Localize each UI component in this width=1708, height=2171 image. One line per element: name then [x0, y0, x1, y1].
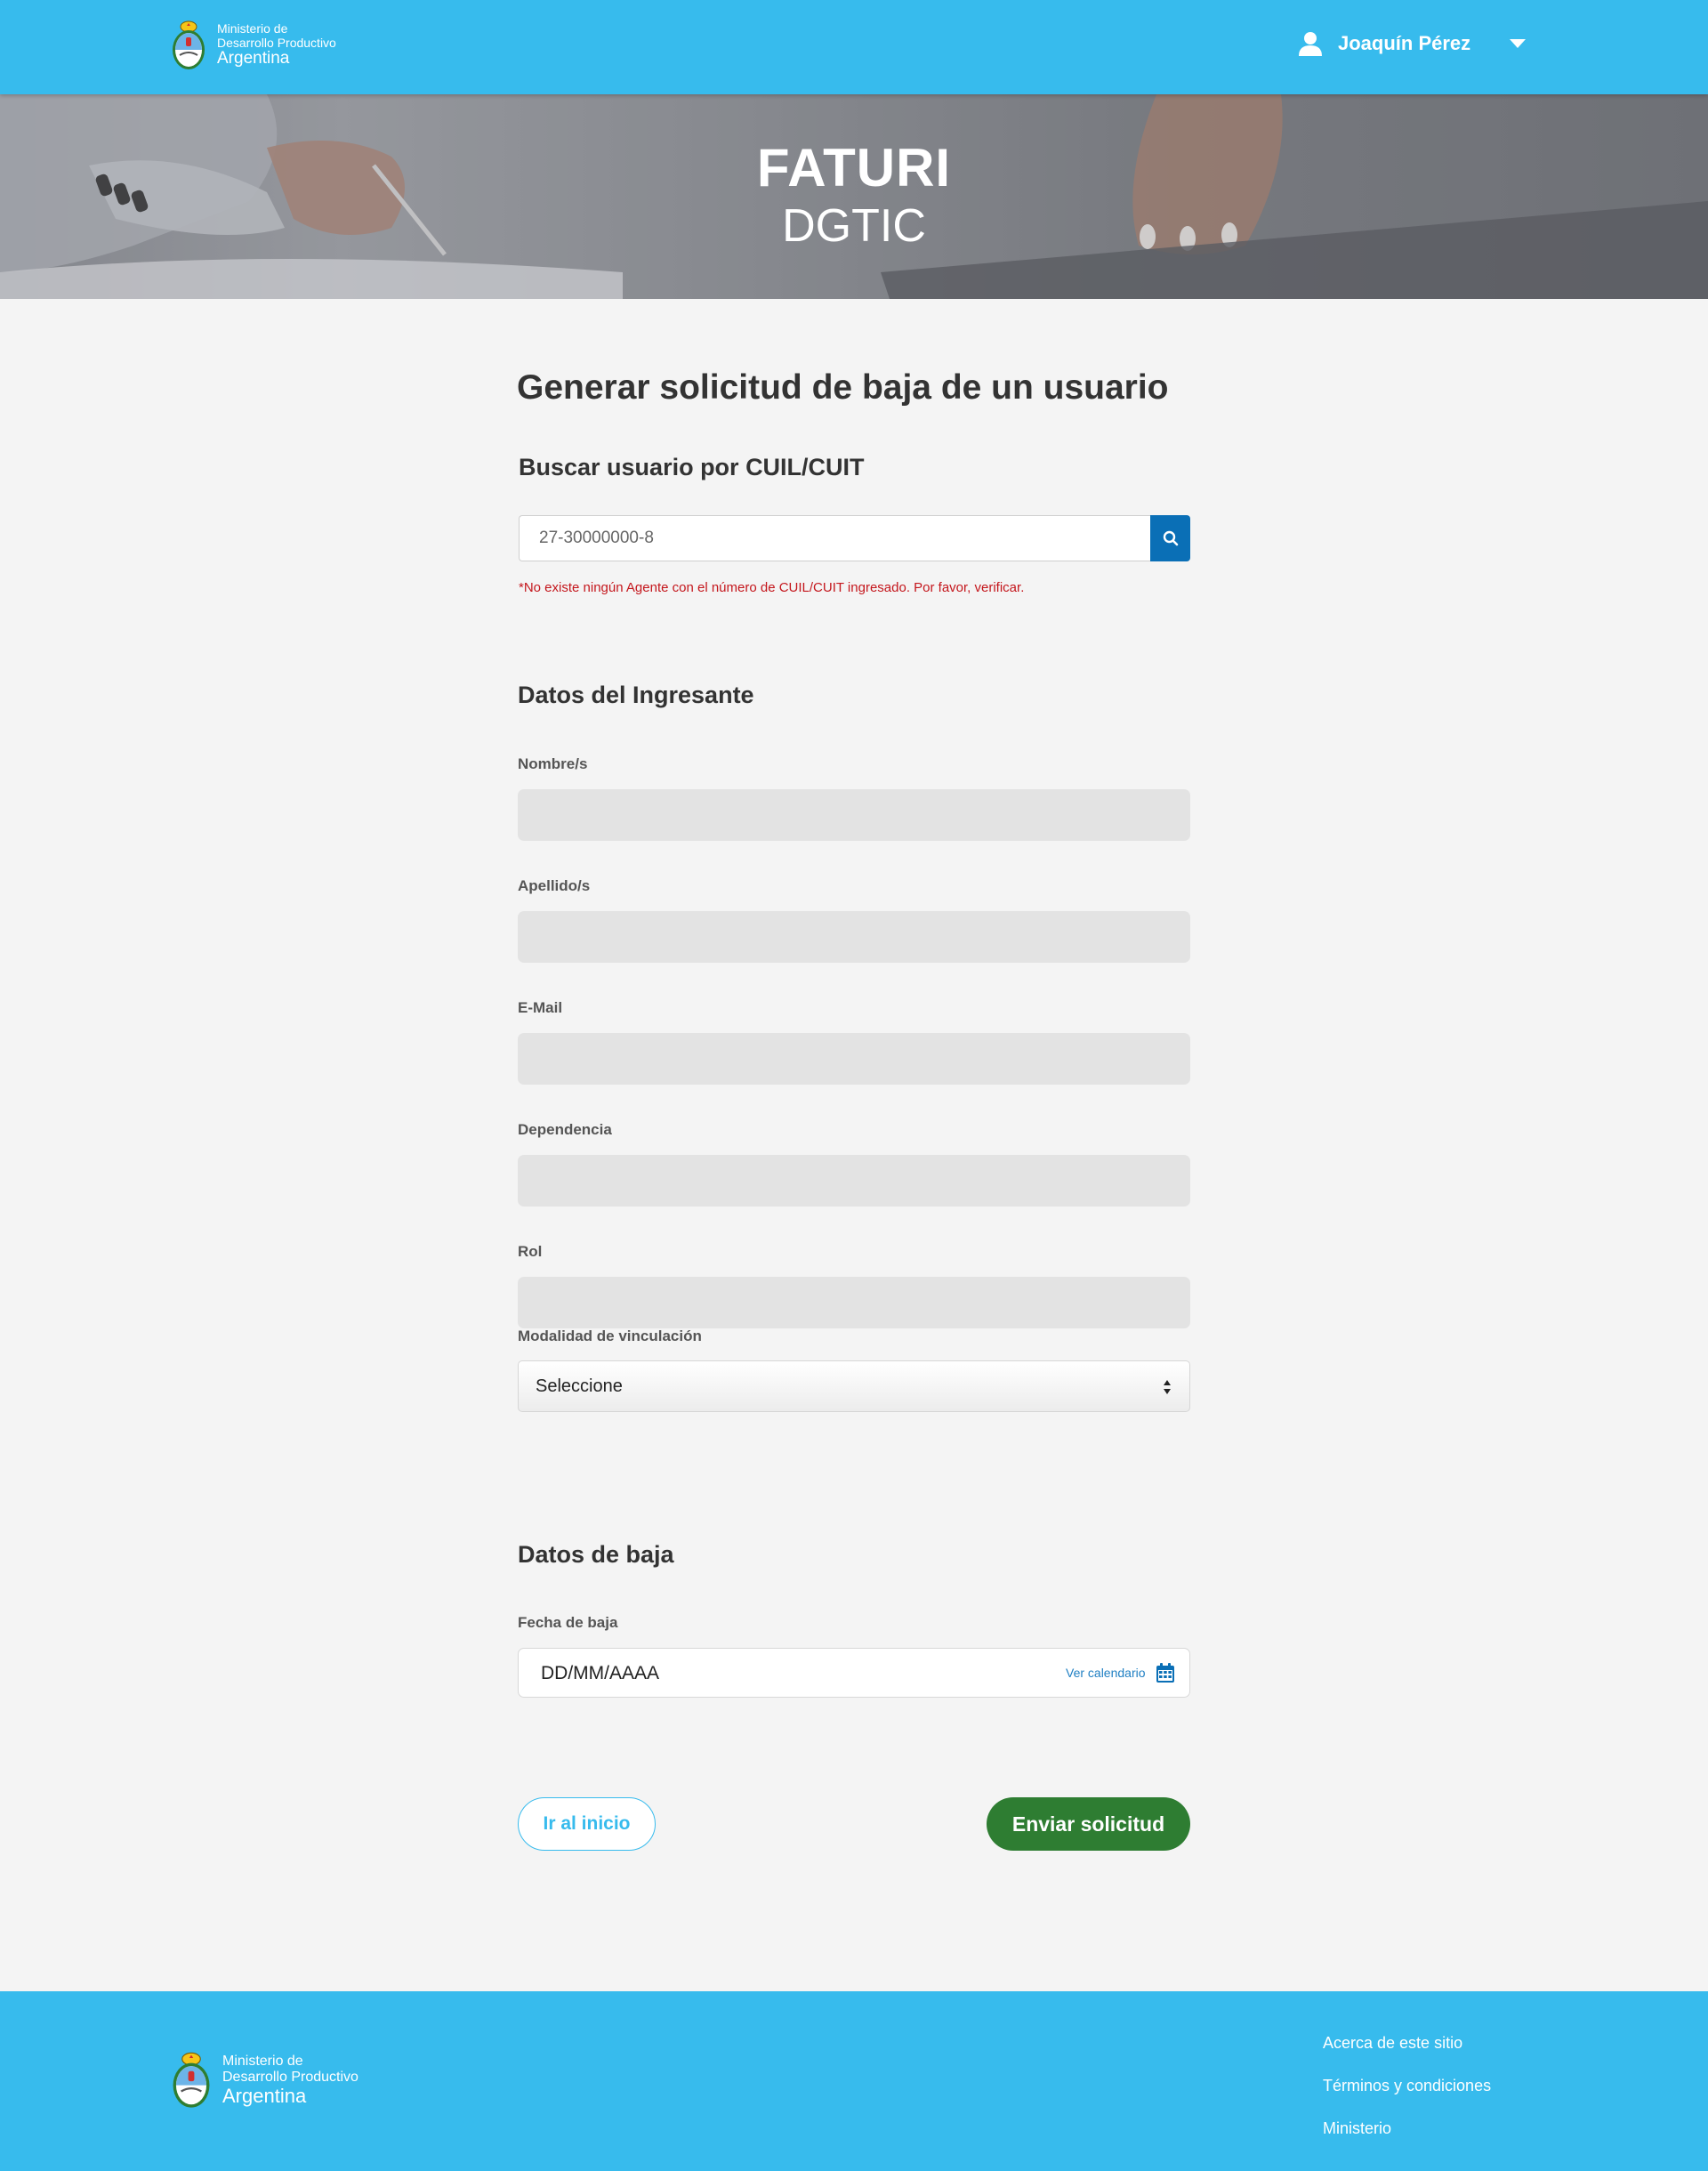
page-title: Generar solicitud de baja de un usuario [517, 368, 1169, 407]
email-field[interactable] [518, 1033, 1190, 1085]
cuil-search-input[interactable] [519, 515, 1150, 561]
search-button[interactable] [1150, 515, 1190, 561]
brand-line-3: Argentina [217, 48, 290, 68]
footer-link-terms[interactable]: Términos y condiciones [1323, 2077, 1491, 2095]
coat-of-arms-icon [173, 2052, 210, 2108]
brand-line-1: Ministerio de [217, 21, 288, 36]
calendar-icon[interactable] [1156, 1662, 1175, 1683]
coat-of-arms-icon [173, 20, 205, 69]
apellido-label: Apellido/s [518, 877, 591, 894]
footer-ministry-name: Ministerio de Desarrollo Productivo Arge… [222, 2054, 359, 2106]
dependencia-field[interactable] [518, 1155, 1190, 1207]
footer-ministry-logo[interactable]: Ministerio de Desarrollo Productivo Arge… [169, 2046, 359, 2114]
fecha-baja-field[interactable]: DD/MM/AAAA Ver calendario [518, 1648, 1190, 1698]
footer-link-ministry[interactable]: Ministerio [1323, 2119, 1491, 2138]
search-label: Buscar usuario por CUIL/CUIT [519, 454, 865, 480]
user-name: Joaquín Pérez [1338, 32, 1471, 54]
footer-brand-line-3: Argentina [222, 2084, 307, 2107]
footer-links: Acerca de este sitio Términos y condicio… [1323, 2034, 1491, 2162]
hero-title: FATURI [756, 138, 952, 198]
rol-field[interactable] [518, 1277, 1190, 1328]
fecha-baja-placeholder: DD/MM/AAAA [541, 1663, 660, 1683]
rol-label: Rol [518, 1243, 543, 1260]
home-button[interactable]: Ir al inicio [518, 1797, 656, 1851]
ingresante-section-title: Datos del Ingresante [518, 682, 754, 708]
user-icon [1299, 32, 1322, 56]
brand-line-2: Desarrollo Productivo [217, 35, 336, 50]
user-menu[interactable]: Joaquín Pérez [1297, 30, 1527, 57]
search-error-message: *No existe ningún Agente con el número d… [519, 580, 1025, 595]
ministry-logo[interactable]: Ministerio de Desarrollo Productivo Arge… [169, 16, 336, 75]
search-icon [1163, 530, 1178, 546]
apellido-field[interactable] [518, 911, 1190, 963]
nombre-label: Nombre/s [518, 755, 588, 772]
cuil-search [519, 515, 1190, 561]
dependencia-label: Dependencia [518, 1121, 612, 1138]
footer-brand-line-1: Ministerio de [222, 2054, 303, 2070]
send-request-button[interactable]: Enviar solicitud [987, 1797, 1190, 1851]
modalidad-select[interactable]: Seleccione [518, 1360, 1190, 1412]
hero-subtitle: DGTIC [782, 200, 926, 252]
select-arrows-icon [1164, 1380, 1171, 1394]
baja-section-title: Datos de baja [518, 1541, 674, 1568]
fecha-baja-label: Fecha de baja [518, 1614, 618, 1631]
top-header: Ministerio de Desarrollo Productivo Arge… [0, 0, 1708, 94]
modalidad-selected-value: Seleccione [536, 1376, 623, 1396]
ministry-name: Ministerio de Desarrollo Productivo Arge… [217, 21, 336, 69]
email-label: E-Mail [518, 999, 563, 1016]
hero-banner: FATURI DGTIC [0, 94, 1708, 299]
chevron-down-icon[interactable] [1510, 39, 1527, 48]
footer-brand-line-2: Desarrollo Productivo [222, 2069, 359, 2085]
footer-link-about[interactable]: Acerca de este sitio [1323, 2034, 1491, 2053]
modalidad-label: Modalidad de vinculación [518, 1328, 702, 1344]
footer: Ministerio de Desarrollo Productivo Arge… [0, 1991, 1708, 2171]
ver-calendario-link[interactable]: Ver calendario [1066, 1666, 1146, 1680]
nombre-field[interactable] [518, 789, 1190, 841]
